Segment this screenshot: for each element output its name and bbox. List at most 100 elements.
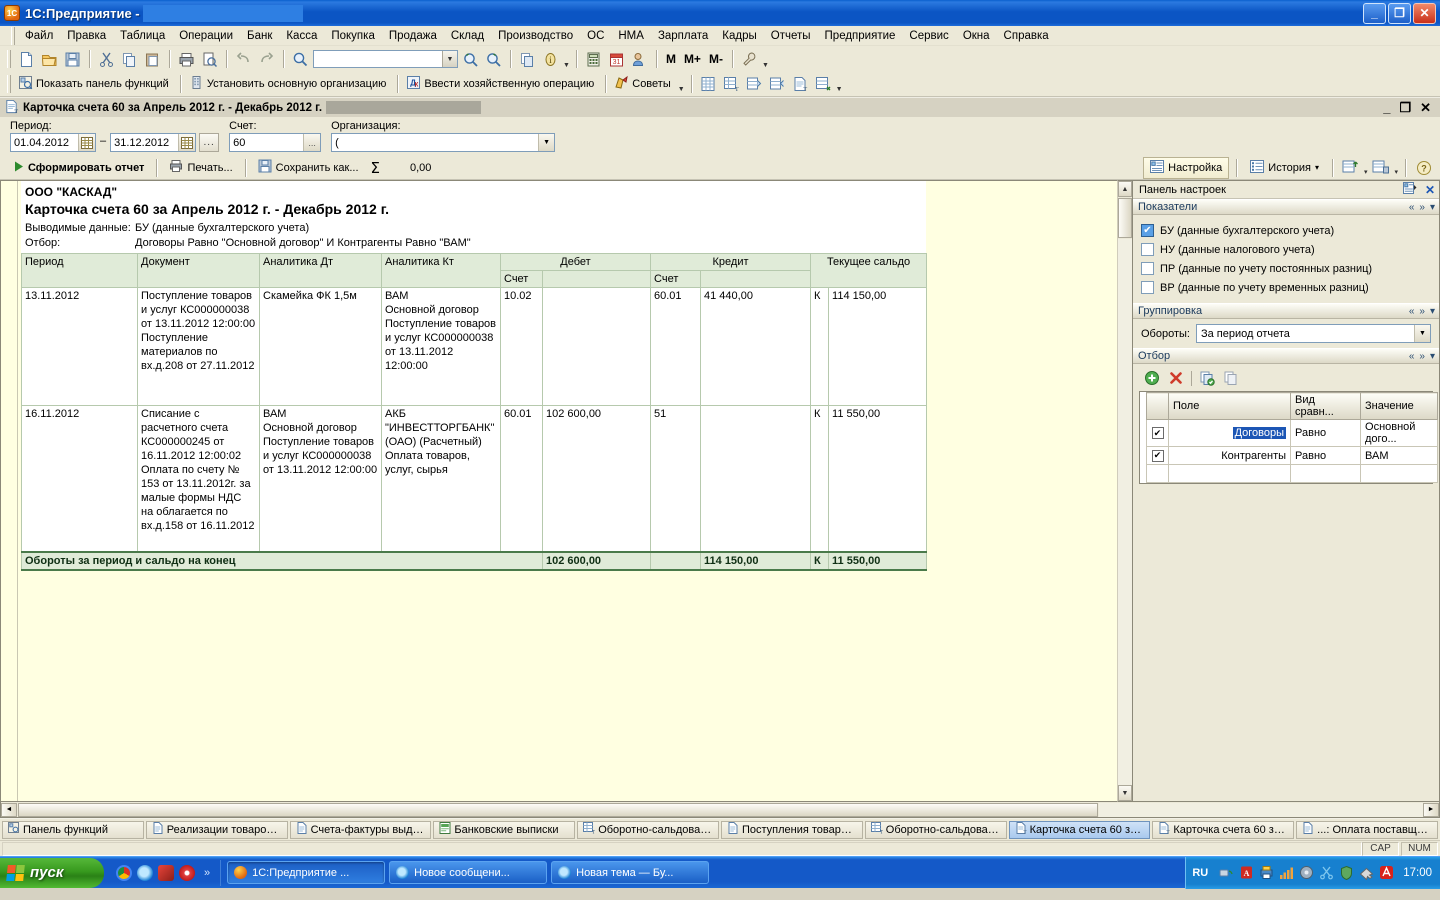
grouping-nav-prev[interactable]: « xyxy=(1409,306,1415,317)
child-restore-button[interactable]: ❐ xyxy=(1399,100,1411,116)
menu-bank[interactable]: Банк xyxy=(240,28,279,44)
find-next-icon[interactable] xyxy=(460,49,481,70)
menu-warehouse[interactable]: Склад xyxy=(444,28,491,44)
taskbar-item-1c[interactable]: 1С:Предприятие ... xyxy=(227,861,386,884)
indicator-pr-checkbox[interactable] xyxy=(1141,262,1154,275)
load-settings-caret[interactable]: ▾ xyxy=(1364,168,1368,179)
media-player-icon[interactable] xyxy=(158,864,174,881)
window-list-item-sales[interactable]: Реализации товаров ... xyxy=(145,820,288,839)
indicators-nav-prev[interactable]: « xyxy=(1409,202,1415,213)
scroll-thumb[interactable] xyxy=(1118,198,1132,238)
set-main-organization-button[interactable]: Установить основную организацию xyxy=(187,74,392,94)
grouping-turnover-dropdown-arrow[interactable]: ▼ xyxy=(1414,325,1430,342)
table-row[interactable]: 13.11.2012 Поступление товаров и услуг К… xyxy=(21,287,928,406)
filter-row-counterparties-comparison[interactable]: Равно xyxy=(1290,446,1362,465)
memory-subtract-button[interactable]: M- xyxy=(706,52,726,66)
history-dropdown-caret[interactable]: ▾ xyxy=(1315,163,1319,172)
menu-os[interactable]: ОС xyxy=(580,28,611,44)
filter-row-counterparties[interactable]: ✔ Контрагенты Равно ВАМ xyxy=(1146,446,1438,465)
report-journal-icon[interactable] xyxy=(813,74,834,95)
calculator-icon[interactable] xyxy=(583,49,604,70)
menu-cash[interactable]: Касса xyxy=(279,28,324,44)
taskbar-item-new-message[interactable]: Новое сообщени... xyxy=(389,861,548,884)
grouping-nav-more[interactable]: ▾ xyxy=(1430,306,1435,317)
filter-row-empty[interactable] xyxy=(1146,464,1438,483)
volume-icon[interactable] xyxy=(1299,865,1314,880)
enter-business-operation-button[interactable]: ДК Ввести хозяйственную операцию xyxy=(404,74,599,94)
scroll-up-arrow[interactable]: ▲ xyxy=(1118,181,1132,197)
window-list-item-supplier-payment[interactable]: ...: Оплата поставщик... xyxy=(1296,820,1438,839)
memory-add-button[interactable]: M+ xyxy=(681,52,704,66)
user-icon[interactable] xyxy=(629,49,650,70)
menu-table[interactable]: Таблица xyxy=(113,28,172,44)
report-balance-icon[interactable] xyxy=(698,74,719,95)
search-input[interactable]: ▼ xyxy=(313,50,458,68)
filter-row-counterparties-checkbox[interactable]: ✔ xyxy=(1146,446,1169,465)
language-indicator[interactable]: RU xyxy=(1192,867,1214,879)
minimize-button[interactable]: _ xyxy=(1363,2,1386,24)
account-input[interactable]: 60 ... xyxy=(229,133,322,152)
scissors-icon[interactable] xyxy=(1319,865,1334,880)
grouping-turnover-select[interactable]: За период отчета ▼ xyxy=(1195,324,1431,343)
child-close-button[interactable]: ✕ xyxy=(1420,100,1431,116)
filter-add-icon[interactable] xyxy=(1143,369,1161,387)
menu-help[interactable]: Справка xyxy=(997,28,1056,44)
indicator-nu-row[interactable]: НУ (данные налогового учета) xyxy=(1141,240,1431,259)
find-prev-icon[interactable] xyxy=(483,49,504,70)
report-subconto-icon[interactable] xyxy=(767,74,788,95)
period-to-calendar-icon[interactable] xyxy=(178,134,196,151)
antivirus-icon[interactable] xyxy=(1379,865,1394,880)
child-minimize-button[interactable]: _ xyxy=(1383,100,1390,116)
section-header-grouping[interactable]: Группировка « » ▾ xyxy=(1133,303,1439,319)
report-turnover-icon[interactable]: T xyxy=(721,74,742,95)
window-list-item-invoices[interactable]: Счета-фактуры выдан... xyxy=(289,820,432,839)
show-functions-panel-button[interactable]: Показать панель функций xyxy=(16,74,174,94)
indicators-nav-more[interactable]: ▾ xyxy=(1430,202,1435,213)
period-select-button[interactable]: ... xyxy=(199,133,220,152)
indicator-bu-checkbox[interactable]: ✔ xyxy=(1141,224,1154,237)
new-document-icon[interactable] xyxy=(16,49,37,70)
menu-enterprise[interactable]: Предприятие xyxy=(818,28,903,44)
reports-dropdown-caret[interactable]: ▼ xyxy=(836,86,843,96)
window-list-item-bank-statements[interactable]: Банковские выписки xyxy=(433,820,576,839)
filter-nav-more[interactable]: ▾ xyxy=(1430,351,1435,362)
info-dropdown-caret[interactable]: ▼ xyxy=(563,62,570,72)
sum-icon[interactable]: Σ xyxy=(367,159,386,177)
menu-operations[interactable]: Операции xyxy=(172,28,240,44)
paste-icon[interactable] xyxy=(142,49,163,70)
info-icon[interactable]: i xyxy=(540,49,561,70)
functions-toolbar-grip[interactable] xyxy=(7,75,11,93)
copy-icon[interactable] xyxy=(119,49,140,70)
menu-production[interactable]: Производство xyxy=(491,28,580,44)
save-icon[interactable] xyxy=(62,49,83,70)
generate-report-button[interactable]: Сформировать отчет xyxy=(8,159,150,177)
advice-dropdown-caret[interactable]: ▼ xyxy=(678,86,685,96)
restore-button[interactable]: ❐ xyxy=(1388,2,1411,24)
copy-cells-icon[interactable] xyxy=(517,49,538,70)
menu-purchase[interactable]: Покупка xyxy=(324,28,381,44)
indicators-nav-next[interactable]: » xyxy=(1419,202,1425,213)
period-from-calendar-icon[interactable] xyxy=(78,134,95,151)
menu-file[interactable]: Файл xyxy=(18,28,60,44)
search-icon[interactable] xyxy=(290,49,311,70)
grouping-nav-next[interactable]: » xyxy=(1419,306,1425,317)
ie-icon[interactable] xyxy=(137,864,153,881)
filter-empty-field[interactable] xyxy=(1167,464,1292,483)
taskbar-clock[interactable]: 17:00 xyxy=(1399,867,1432,879)
menu-nma[interactable]: НМА xyxy=(611,28,651,44)
menu-sale[interactable]: Продажа xyxy=(382,28,444,44)
search-dropdown-arrow[interactable]: ▼ xyxy=(442,51,457,67)
filter-copy-all-icon[interactable] xyxy=(1198,369,1216,387)
report-pane[interactable]: ООО "КАСКАД" Карточка счета 60 за Апрель… xyxy=(0,180,1117,802)
print-preview-icon[interactable] xyxy=(199,49,220,70)
section-header-indicators[interactable]: Показатели « » ▾ xyxy=(1133,199,1439,215)
shield-icon[interactable] xyxy=(1339,865,1354,881)
indicator-vr-checkbox[interactable] xyxy=(1141,281,1154,294)
window-list-item-turnover-balance-2[interactable]: T Оборотно-сальдовая ... xyxy=(864,820,1007,839)
redo-icon[interactable] xyxy=(256,49,277,70)
save-settings-caret[interactable]: ▾ xyxy=(1394,168,1398,179)
signal-bars-icon[interactable] xyxy=(1279,865,1294,880)
menubar-grip[interactable] xyxy=(11,26,15,45)
scroll-track[interactable] xyxy=(1118,239,1132,785)
advice-button[interactable]: Советы xyxy=(612,74,675,94)
